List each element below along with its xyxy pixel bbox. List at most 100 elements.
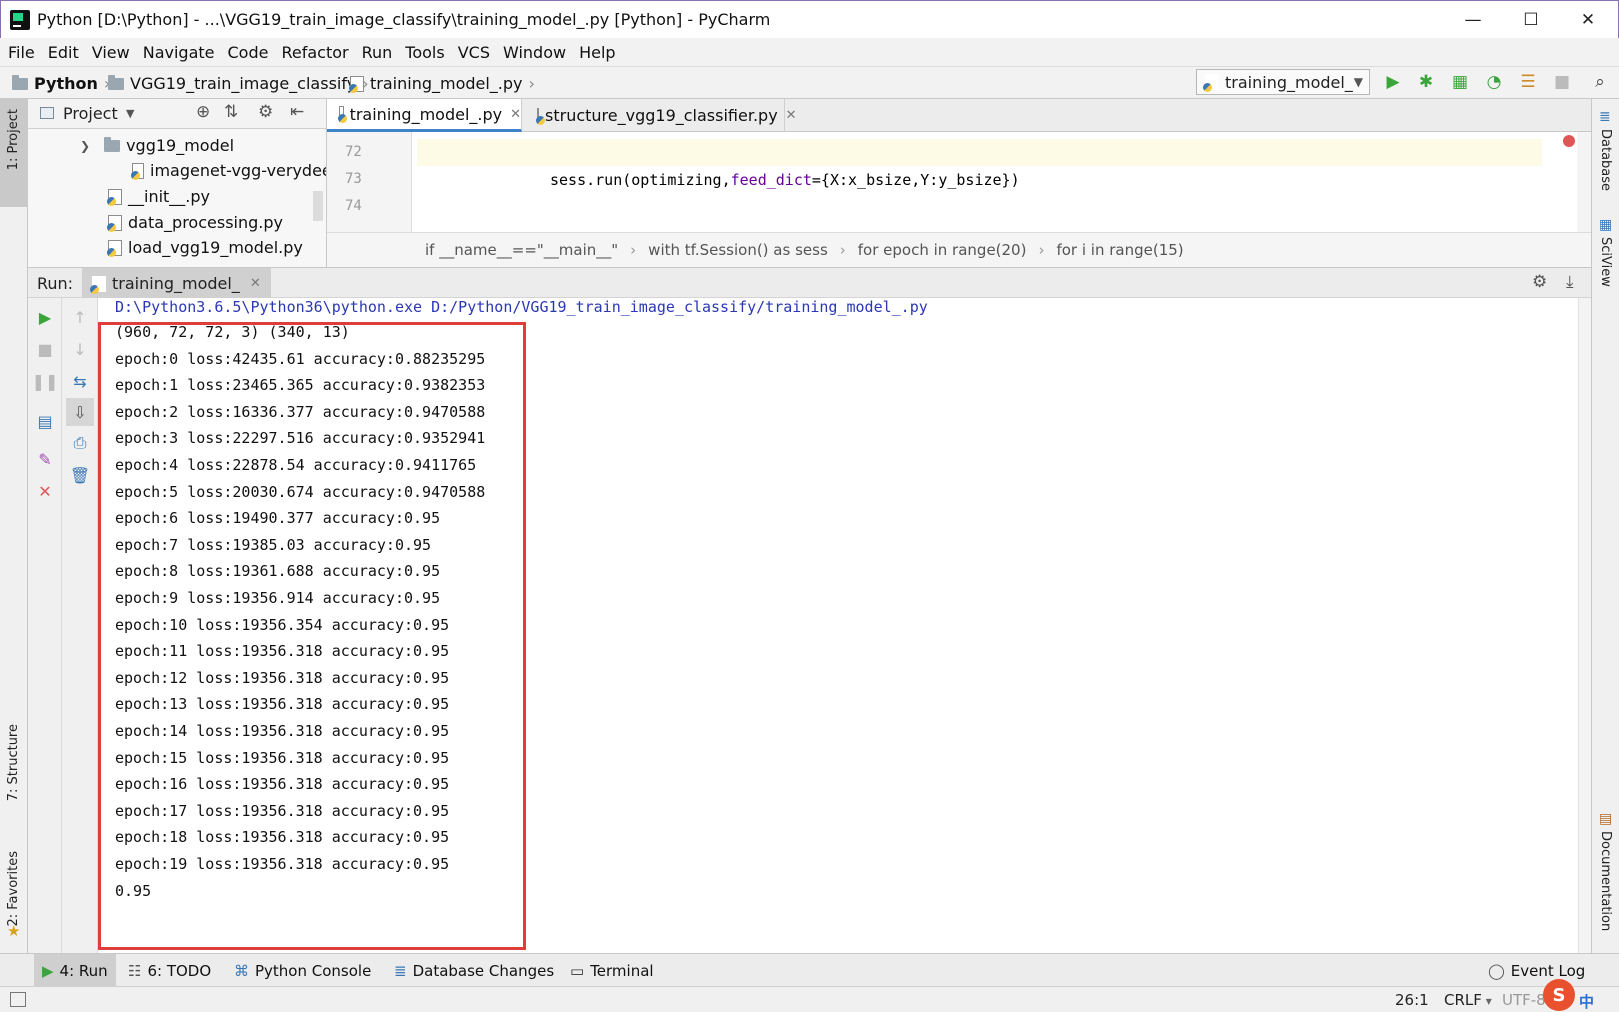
- menu-run[interactable]: Run: [362, 43, 393, 62]
- toggle-tool-windows-icon[interactable]: [10, 992, 26, 1007]
- code-line-73[interactable]: sess.run(optimizing, feed_dict ={X:x_bsize…: [417, 166, 1542, 193]
- tree-item-load-vgg19[interactable]: load_vgg19_model.py: [107, 238, 303, 257]
- project-tool-tab[interactable]: 1: Project: [0, 99, 28, 207]
- tab-training-model[interactable]: training_model_.py ✕: [327, 99, 522, 132]
- sogou-ime-icon[interactable]: S: [1543, 979, 1575, 1011]
- ime-mode[interactable]: 中: [1579, 991, 1594, 1012]
- event-log-button[interactable]: ◯ Event Log: [1480, 954, 1593, 987]
- tab-todo[interactable]: ☷ 6: TODO: [120, 954, 219, 987]
- project-panel-header: Project ▼ ⊕ ⇅ ⚙ ⇤: [28, 99, 326, 129]
- menu-window[interactable]: Window: [503, 43, 566, 62]
- line-separator[interactable]: CRLF ▾: [1444, 991, 1492, 1009]
- menu-navigate[interactable]: Navigate: [143, 43, 215, 62]
- breadcrumb-session[interactable]: with tf.Session() as sess: [648, 241, 828, 259]
- tree-item-init[interactable]: __init__.py: [107, 187, 210, 206]
- documentation-icon: ▤: [1599, 811, 1613, 827]
- minimize-button[interactable]: —: [1450, 5, 1496, 35]
- trash-icon[interactable]: 🗑: [69, 464, 91, 486]
- editor-tabs: training_model_.py ✕ structure_vgg19_cla…: [327, 99, 1591, 132]
- breadcrumb-main[interactable]: if __name__=="__main__": [425, 241, 618, 259]
- tab-structure-vgg19[interactable]: structure_vgg19_classifier.py ✕: [525, 99, 797, 132]
- tree-item-vgg19-model[interactable]: ❯ vgg19_model: [80, 136, 234, 155]
- pause-icon[interactable]: ❚❚: [32, 370, 59, 392]
- debug-icon[interactable]: ✱: [1416, 72, 1436, 92]
- tree-item-imagenet[interactable]: imagenet-vgg-verydeep: [131, 161, 326, 180]
- todo-icon: ☷: [128, 961, 142, 980]
- locate-icon[interactable]: ⊕: [196, 102, 210, 122]
- navigation-bar: Python› VGG19_train_image_classify› trai…: [0, 66, 1619, 99]
- rerun-icon[interactable]: ▶: [34, 306, 56, 328]
- pin-icon[interactable]: ✎: [34, 448, 56, 470]
- breadcrumb-project[interactable]: Python›: [12, 74, 110, 93]
- run-window-header: Run: training_model_ ✕ ⚙ ⤓: [28, 267, 1591, 299]
- python-file-icon: [349, 75, 364, 93]
- console-scrollbar[interactable]: [1578, 298, 1591, 953]
- hide-window-icon[interactable]: ⤓: [1566, 272, 1574, 292]
- terminal-icon: ▭: [570, 961, 585, 980]
- documentation-tool-tab[interactable]: Documentation: [1598, 831, 1613, 931]
- run-configuration-select[interactable]: training_model_ ▼: [1196, 69, 1370, 95]
- menu-view[interactable]: View: [92, 43, 130, 62]
- stop-icon[interactable]: ■: [34, 338, 56, 360]
- close-icon[interactable]: ✕: [34, 480, 56, 502]
- menu-code[interactable]: Code: [228, 43, 269, 62]
- close-tab-icon[interactable]: ✕: [786, 108, 797, 123]
- right-tool-stripe: ≣ Database ▦ SciView ▤ Documentation: [1591, 99, 1619, 953]
- editor-scrollbar[interactable]: [1577, 132, 1591, 232]
- menu-tools[interactable]: Tools: [405, 43, 444, 62]
- close-window-button[interactable]: ✕: [1565, 5, 1611, 35]
- file-encoding[interactable]: UTF-8: [1502, 991, 1546, 1009]
- project-view-label[interactable]: Project: [63, 104, 118, 123]
- breadcrumb-folder[interactable]: VGG19_train_image_classify ›: [108, 74, 369, 93]
- breadcrumb-epoch-loop[interactable]: for epoch in range(20): [858, 241, 1027, 259]
- caret-position[interactable]: 26:1: [1395, 991, 1429, 1009]
- profile-icon[interactable]: ◔: [1484, 72, 1504, 92]
- layout-icon[interactable]: ▤: [34, 410, 56, 432]
- tool-window-bar: ▶ 4: Run ☷ 6: TODO ⌘ Python Console ≣ Databa…: [0, 953, 1619, 987]
- soft-wrap-icon[interactable]: ⇆: [69, 370, 91, 392]
- menu-file[interactable]: File: [8, 43, 35, 62]
- structure-tool-tab[interactable]: 7: Structure: [6, 724, 21, 801]
- error-indicator-icon[interactable]: [1563, 135, 1575, 147]
- close-tab-icon[interactable]: ✕: [510, 107, 521, 122]
- tab-terminal[interactable]: ▭ Terminal: [562, 954, 662, 987]
- favorites-tool-tab[interactable]: 2: Favorites: [6, 851, 21, 927]
- database-tool-tab[interactable]: Database: [1598, 129, 1613, 191]
- tab-run[interactable]: ▶ 4: Run: [34, 954, 116, 987]
- console-command-line[interactable]: D:\Python3.6.5\Python36\python.exe D:/Py…: [115, 298, 928, 316]
- menu-bar: File Edit View Navigate Code Refactor Ru…: [0, 38, 1619, 66]
- code-line-74[interactable]: [417, 193, 1542, 220]
- menu-help[interactable]: Help: [579, 43, 615, 62]
- close-tab-icon[interactable]: ✕: [250, 276, 261, 291]
- chevron-right-icon: ›: [528, 74, 535, 93]
- menu-refactor[interactable]: Refactor: [281, 43, 348, 62]
- menu-edit[interactable]: Edit: [48, 43, 79, 62]
- tree-item-data-processing[interactable]: data_processing.py: [107, 213, 283, 232]
- breadcrumb-batch-loop[interactable]: for i in range(15): [1056, 241, 1183, 259]
- arrow-up-icon[interactable]: ↑: [69, 306, 91, 328]
- code-line-72[interactable]: [417, 139, 1542, 166]
- print-icon[interactable]: ⎙: [69, 432, 91, 454]
- stop-icon[interactable]: ■: [1552, 72, 1572, 92]
- arrow-down-icon[interactable]: ↓: [69, 338, 91, 360]
- project-scrollbar[interactable]: [313, 191, 323, 221]
- sciview-tool-tab[interactable]: SciView: [1598, 237, 1613, 287]
- scroll-to-end-icon[interactable]: ⇩: [66, 398, 94, 426]
- concurrency-icon[interactable]: ☰: [1518, 72, 1538, 92]
- hide-panel-icon[interactable]: ⇤: [290, 102, 304, 122]
- menu-vcs[interactable]: VCS: [458, 43, 490, 62]
- run-tab[interactable]: training_model_ ✕: [82, 268, 271, 299]
- folder-icon: [12, 74, 28, 90]
- tab-database-changes[interactable]: ≣ Database Changes: [386, 954, 562, 987]
- run-icon[interactable]: ▶: [1383, 72, 1403, 92]
- gear-icon[interactable]: ⚙: [1532, 272, 1547, 292]
- unknown-file-icon: [131, 162, 144, 180]
- maximize-button[interactable]: ☐: [1508, 5, 1554, 35]
- collapse-all-icon[interactable]: ⇅: [224, 102, 238, 122]
- tab-python-console[interactable]: ⌘ Python Console: [226, 954, 379, 987]
- search-icon[interactable]: ⌕: [1590, 72, 1610, 92]
- breadcrumb-file[interactable]: training_model_.py ›: [349, 74, 535, 93]
- chevron-down-icon[interactable]: ▼: [126, 107, 134, 120]
- gear-icon[interactable]: ⚙: [258, 102, 273, 122]
- coverage-icon[interactable]: ▦: [1450, 72, 1470, 92]
